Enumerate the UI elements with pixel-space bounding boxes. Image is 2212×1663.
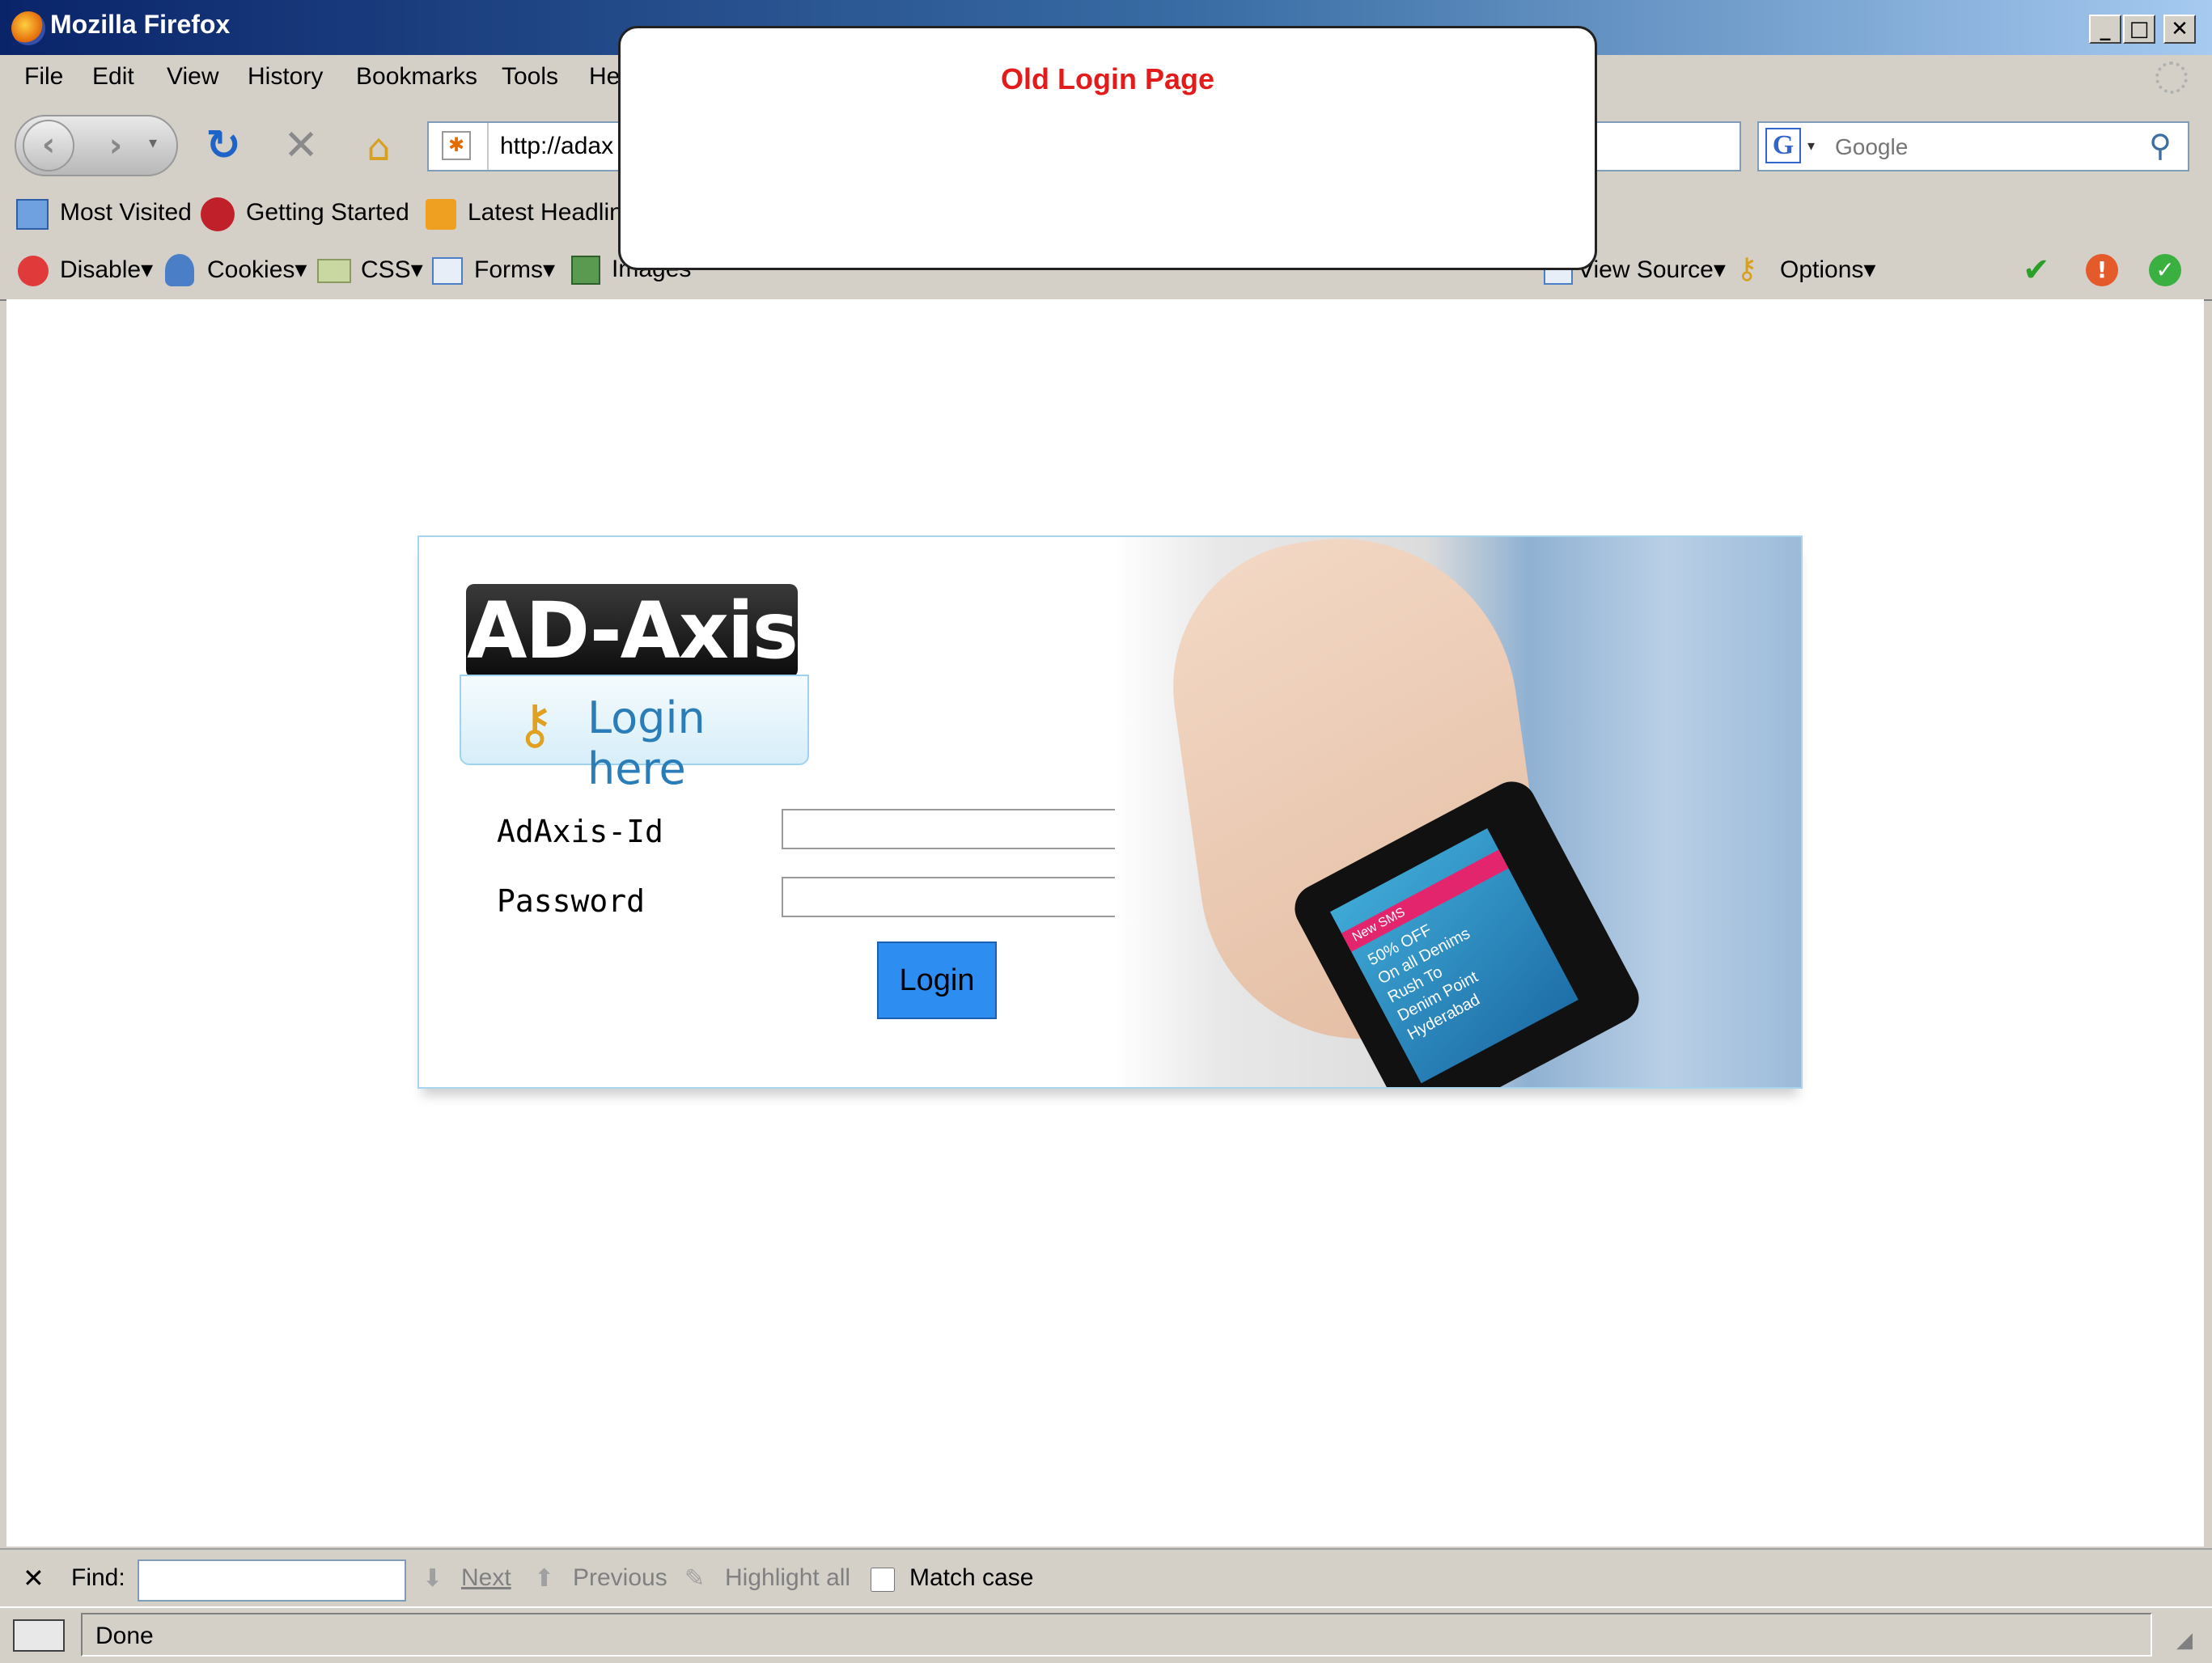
- history-dropdown-icon[interactable]: ▾: [149, 133, 168, 152]
- dev-options-menu[interactable]: Options▾: [1780, 256, 1875, 284]
- throbber-icon: [2155, 61, 2188, 94]
- bookmark-latest-headlines[interactable]: Latest Headlin: [468, 199, 623, 226]
- dev-cookies-menu[interactable]: Cookies▾: [207, 256, 307, 284]
- login-panel: AD-Axis ⚷ Login here AdAxis-Id Password …: [417, 535, 1803, 1089]
- site-favicon-icon: ✱: [442, 131, 471, 160]
- dev-view-source-menu[interactable]: View Source▾: [1578, 256, 1726, 284]
- window-title: Mozilla Firefox: [50, 10, 231, 39]
- dev-forms-label: Forms: [474, 256, 543, 283]
- home-icon[interactable]: ⌂: [356, 125, 401, 170]
- forms-icon: [432, 257, 463, 285]
- validation-check-icon[interactable]: ✔: [2023, 252, 2050, 288]
- find-previous-button[interactable]: Previous: [573, 1564, 667, 1592]
- find-close-icon[interactable]: ✕: [23, 1563, 44, 1593]
- menu-tools[interactable]: Tools: [502, 63, 558, 91]
- phone-screen: New SMS 50% OFF On all Denims Rush To De…: [1329, 828, 1578, 1084]
- google-engine-icon[interactable]: G: [1765, 128, 1801, 163]
- highlight-pen-icon: ✎: [684, 1565, 706, 1592]
- forward-button[interactable]: ›: [95, 126, 136, 167]
- find-previous-arrow-icon: ⬆: [534, 1565, 555, 1592]
- getting-started-icon: [201, 197, 235, 231]
- dev-options-label: Options: [1780, 256, 1864, 283]
- dev-disable-label: Disable: [60, 256, 142, 283]
- bookmark-most-visited[interactable]: Most Visited: [60, 199, 192, 226]
- menu-help[interactable]: He: [589, 63, 620, 91]
- bookmark-getting-started[interactable]: Getting Started: [246, 199, 409, 226]
- most-visited-icon: [16, 199, 49, 230]
- find-label: Find:: [71, 1564, 125, 1591]
- cookies-icon: [165, 254, 194, 286]
- dev-css-label: CSS: [361, 256, 411, 283]
- menu-view[interactable]: View: [167, 63, 218, 91]
- dev-disable-menu[interactable]: Disable▾: [60, 256, 153, 284]
- find-input[interactable]: [138, 1559, 406, 1602]
- match-case-checkbox[interactable]: [871, 1568, 895, 1592]
- url-divider: [487, 123, 489, 170]
- highlight-all-button[interactable]: Highlight all: [725, 1564, 850, 1592]
- password-input[interactable]: [782, 877, 1121, 917]
- old-login-popup: Old Login Page: [618, 26, 1597, 270]
- brand-logo: AD-Axis: [466, 584, 799, 678]
- resize-grip-icon[interactable]: ◢: [2176, 1627, 2202, 1653]
- menu-bookmarks[interactable]: Bookmarks: [356, 63, 477, 91]
- menu-file[interactable]: File: [24, 63, 63, 91]
- status-bar: Done ◢: [0, 1606, 2212, 1663]
- dev-forms-menu[interactable]: Forms▾: [474, 256, 555, 284]
- reload-icon[interactable]: ↻: [201, 123, 246, 168]
- search-input[interactable]: [1833, 129, 2128, 165]
- maximize-button[interactable]: □: [2123, 15, 2155, 44]
- stop-icon[interactable]: ✕: [278, 123, 324, 168]
- error-status-icon[interactable]: !: [2086, 254, 2118, 286]
- adaxis-id-input[interactable]: [782, 809, 1121, 849]
- match-case-label[interactable]: Match case: [909, 1564, 1033, 1592]
- dev-view-source-label: View Source: [1578, 256, 1714, 283]
- firefox-logo-icon: [11, 11, 45, 45]
- ok-status-icon[interactable]: ✓: [2149, 254, 2181, 286]
- promo-photo: New SMS 50% OFF On all Denims Rush To De…: [1115, 537, 1801, 1087]
- dev-css-menu[interactable]: CSS▾: [361, 256, 423, 284]
- search-magnifier-icon[interactable]: ⚲: [2142, 128, 2178, 163]
- back-button[interactable]: ‹: [23, 120, 74, 171]
- status-panel-icon: [13, 1619, 65, 1652]
- password-label: Password: [497, 883, 646, 919]
- close-button[interactable]: ✕: [2163, 15, 2196, 44]
- minimize-button[interactable]: _: [2089, 15, 2121, 44]
- find-bar: ✕ Find: ⬇ Next ⬆ Previous ✎ Highlight al…: [0, 1548, 2212, 1608]
- disable-icon: [18, 256, 49, 286]
- adaxis-id-label: AdAxis-Id: [497, 814, 663, 849]
- login-button[interactable]: Login: [877, 942, 997, 1019]
- popup-title: Old Login Page: [1000, 62, 1214, 95]
- menu-history[interactable]: History: [248, 63, 323, 91]
- images-icon: [571, 256, 600, 285]
- find-next-arrow-icon: ⬇: [422, 1565, 443, 1592]
- keys-icon: ⚷: [515, 693, 555, 755]
- rss-feed-icon: [426, 199, 456, 230]
- css-icon: [317, 259, 351, 283]
- page-content: AD-Axis ⚷ Login here AdAxis-Id Password …: [6, 299, 2204, 1547]
- dev-cookies-label: Cookies: [207, 256, 295, 283]
- engine-dropdown-icon[interactable]: ▾: [1807, 134, 1815, 159]
- search-bar[interactable]: G ▾ ⚲: [1757, 121, 2189, 171]
- find-next-button[interactable]: Next: [461, 1564, 511, 1592]
- status-text: Done: [95, 1623, 154, 1649]
- login-here-title: Login here: [587, 692, 706, 794]
- options-key-icon: ⚷: [1736, 252, 1758, 286]
- menu-edit[interactable]: Edit: [92, 63, 134, 91]
- status-text-panel: Done: [81, 1613, 2152, 1657]
- login-here-banner: ⚷ Login here: [460, 675, 809, 794]
